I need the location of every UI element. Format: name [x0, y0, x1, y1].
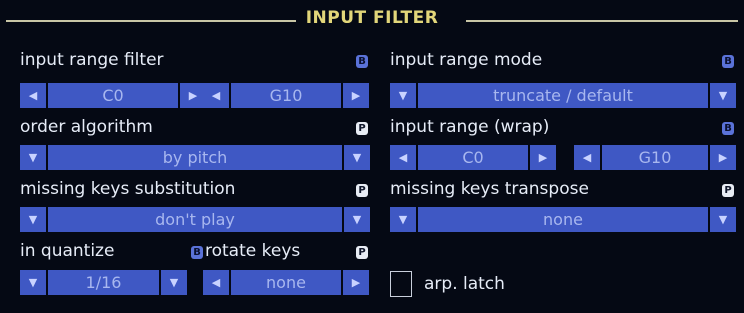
order-algorithm-p-icon: P [356, 122, 368, 135]
input-range-filter-label: input range filter [20, 50, 164, 70]
increment-arrow-icon[interactable]: ▶ [343, 83, 369, 108]
chevron-down-icon[interactable]: ▼ [20, 145, 46, 170]
chevron-down-icon[interactable]: ▼ [161, 270, 187, 295]
chevron-down-icon[interactable]: ▼ [390, 83, 416, 108]
input-range-wrap-low-value[interactable]: C0 [418, 145, 528, 170]
missing-keys-substitution-value[interactable]: don't play [48, 207, 342, 232]
input-range-filter-b-icon: B [356, 55, 368, 68]
increment-arrow-icon[interactable]: ▶ [710, 145, 736, 170]
input-range-wrap-low[interactable]: ◀ C0 ▶ [390, 145, 557, 170]
order-algorithm-value[interactable]: by pitch [48, 145, 342, 170]
increment-arrow-icon[interactable]: ▶ [343, 270, 369, 295]
input-range-filter-high[interactable]: ◀ G10 ▶ [203, 83, 370, 108]
arp-latch-checkbox[interactable] [390, 271, 412, 297]
chevron-down-icon[interactable]: ▼ [710, 207, 736, 232]
input-range-wrap-high[interactable]: ◀ G10 ▶ [574, 145, 736, 170]
decrement-arrow-icon[interactable]: ◀ [390, 145, 416, 170]
chevron-down-icon[interactable]: ▼ [390, 207, 416, 232]
rotate-keys-label: rotate keys [205, 241, 301, 261]
missing-keys-transpose-dropdown[interactable]: ▼ none ▼ [390, 207, 736, 232]
rotate-keys-stepper[interactable]: ◀ none ▶ [203, 270, 370, 295]
order-algorithm-label: order algorithm [20, 117, 153, 137]
section-title: INPUT FILTER [305, 8, 439, 28]
missing-keys-transpose-value[interactable]: none [418, 207, 708, 232]
missing-keys-transpose-p-icon: P [722, 184, 734, 197]
decrement-arrow-icon[interactable]: ◀ [203, 270, 229, 295]
missing-keys-transpose-label: missing keys transpose [390, 179, 589, 199]
input-range-filter-high-value[interactable]: G10 [231, 83, 341, 108]
missing-keys-substitution-p-icon: P [356, 184, 368, 197]
missing-keys-substitution-label: missing keys substitution [20, 179, 236, 199]
chevron-down-icon[interactable]: ▼ [20, 207, 46, 232]
arp-latch-label: arp. latch [424, 274, 505, 294]
input-range-mode-label: input range mode [390, 50, 543, 70]
chevron-down-icon[interactable]: ▼ [710, 83, 736, 108]
input-range-filter-low[interactable]: ◀ C0 ▶ [20, 83, 206, 108]
in-quantize-label: in quantize [20, 241, 115, 261]
input-range-wrap-high-value[interactable]: G10 [602, 145, 708, 170]
input-filter-panel: INPUT FILTER input range filter B input … [0, 0, 744, 313]
rotate-keys-p-icon: P [356, 246, 368, 259]
in-quantize-value[interactable]: 1/16 [48, 270, 159, 295]
input-range-wrap-b-icon: B [722, 122, 734, 135]
order-algorithm-dropdown[interactable]: ▼ by pitch ▼ [20, 145, 370, 170]
increment-arrow-icon[interactable]: ▶ [530, 145, 556, 170]
chevron-down-icon[interactable]: ▼ [20, 270, 46, 295]
chevron-down-icon[interactable]: ▼ [344, 145, 370, 170]
input-range-mode-value[interactable]: truncate / default [418, 83, 708, 108]
input-range-mode-dropdown[interactable]: ▼ truncate / default ▼ [390, 83, 736, 108]
decrement-arrow-icon[interactable]: ◀ [20, 83, 46, 108]
decrement-arrow-icon[interactable]: ◀ [574, 145, 600, 170]
input-range-mode-b-icon: B [722, 55, 734, 68]
input-range-wrap-label: input range (wrap) [390, 117, 550, 137]
missing-keys-substitution-dropdown[interactable]: ▼ don't play ▼ [20, 207, 370, 232]
rotate-keys-value[interactable]: none [231, 270, 341, 295]
input-range-filter-low-value[interactable]: C0 [48, 83, 178, 108]
in-quantize-b-icon: B [191, 246, 203, 259]
in-quantize-dropdown[interactable]: ▼ 1/16 ▼ [20, 270, 187, 295]
decrement-arrow-icon[interactable]: ◀ [203, 83, 229, 108]
chevron-down-icon[interactable]: ▼ [344, 207, 370, 232]
